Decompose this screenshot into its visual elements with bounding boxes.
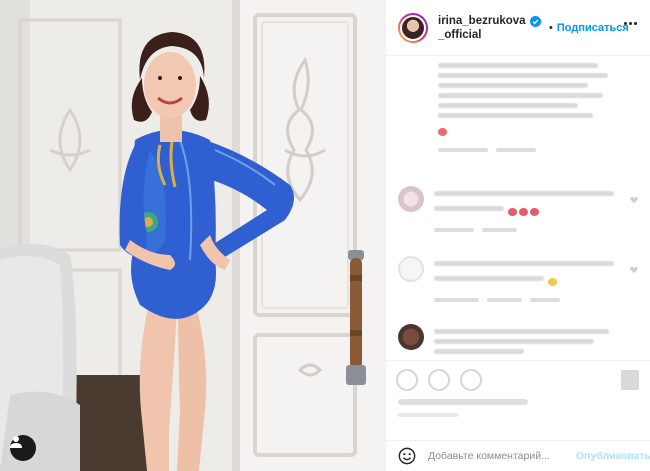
comment-icon[interactable]: [428, 369, 450, 391]
user-tag-icon: [10, 436, 22, 448]
comment-input[interactable]: [428, 450, 575, 462]
post-side-panel: irina_bezrukova _official • Подписаться: [385, 0, 650, 471]
list-item: [398, 58, 638, 168]
header-separator: •: [549, 21, 553, 34]
likes-count[interactable]: [398, 399, 528, 405]
comment-body: [434, 324, 622, 359]
list-item: [398, 186, 638, 236]
commenter-avatar[interactable]: [398, 324, 424, 350]
post-actions: [386, 360, 650, 440]
smiley-icon[interactable]: [398, 447, 416, 465]
user-tag-button[interactable]: [10, 435, 36, 461]
like-icon[interactable]: [396, 369, 418, 391]
username-line-1: irina_bezrukova: [438, 14, 526, 27]
author-username[interactable]: irina_bezrukova _official: [438, 14, 528, 42]
like-comment-icon[interactable]: [630, 196, 638, 204]
list-item: [398, 324, 638, 360]
share-icon[interactable]: [460, 369, 482, 391]
comment-body: [434, 186, 622, 232]
verified-badge-icon: [530, 16, 541, 27]
comment-body: [438, 58, 626, 152]
post-header: irina_bezrukova _official • Подписаться: [386, 0, 650, 56]
author-avatar-ring[interactable]: [398, 12, 428, 43]
author-avatar: [400, 14, 426, 41]
post-date: [398, 413, 458, 417]
publish-comment-button[interactable]: Опубликовать: [576, 450, 650, 462]
list-item: [398, 256, 638, 306]
bookmark-icon[interactable]: [621, 370, 639, 390]
photo-illustration: [0, 0, 385, 471]
comments-list[interactable]: [386, 56, 650, 360]
follow-button[interactable]: Подписаться: [557, 22, 629, 34]
post-photo[interactable]: [0, 0, 385, 471]
commenter-avatar[interactable]: [398, 256, 424, 282]
add-comment-bar: Опубликовать: [386, 440, 650, 471]
more-horizontal-icon[interactable]: [624, 22, 637, 25]
like-comment-icon[interactable]: [630, 266, 638, 274]
comment-body: [434, 256, 622, 302]
commenter-avatar[interactable]: [398, 186, 424, 212]
username-line-2: _official: [438, 28, 482, 41]
